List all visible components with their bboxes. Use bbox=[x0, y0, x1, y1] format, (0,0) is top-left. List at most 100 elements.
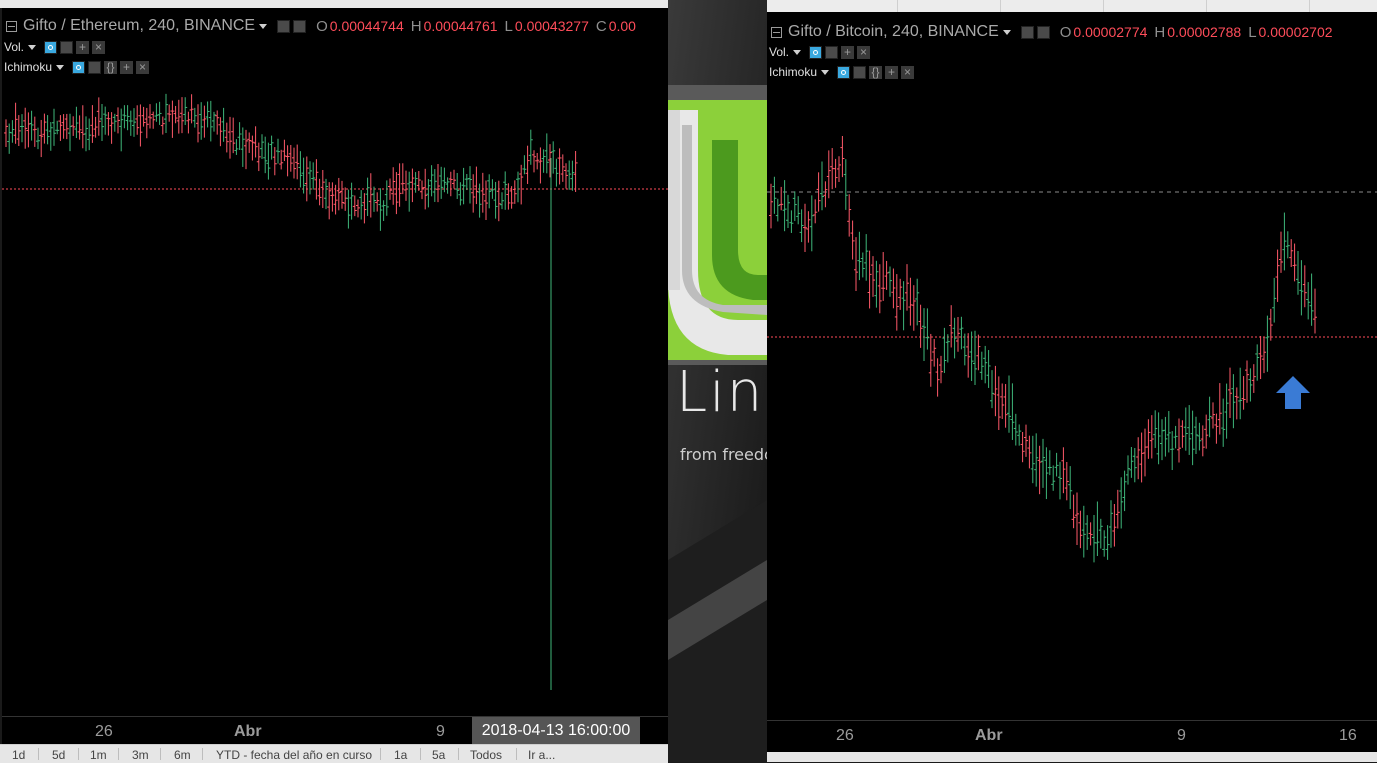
ohlc-high-key: H bbox=[410, 17, 422, 35]
ohlc-bar bbox=[573, 150, 578, 192]
ohlc-bar bbox=[426, 179, 431, 208]
gear-icon[interactable] bbox=[853, 65, 867, 79]
braces-icon[interactable]: {} bbox=[104, 60, 118, 74]
study-label-volume[interactable]: Vol. bbox=[769, 45, 789, 59]
range-5d[interactable]: 5d bbox=[52, 748, 65, 762]
ohlc-bar bbox=[4, 119, 8, 148]
close-icon[interactable]: × bbox=[901, 65, 915, 79]
plus-icon[interactable]: + bbox=[120, 60, 134, 74]
ohlc-bar bbox=[557, 148, 562, 185]
dropdown-caret-icon[interactable] bbox=[793, 49, 802, 55]
x-label: Abr bbox=[234, 723, 262, 740]
study-label-volume[interactable]: Vol. bbox=[4, 40, 24, 54]
right-chart-panel[interactable]: Gifto / Bitcoin, 240, BINANCE O 0.0000277… bbox=[767, 12, 1377, 720]
eye-icon[interactable] bbox=[837, 65, 851, 79]
study-label-ichimoku[interactable]: Ichimoku bbox=[769, 65, 817, 79]
dropdown-caret-icon[interactable] bbox=[56, 64, 65, 70]
ohlc-bar bbox=[809, 195, 814, 252]
ohlc-bar bbox=[1251, 364, 1256, 393]
range-1m[interactable]: 1m bbox=[90, 748, 107, 762]
ohlc-bar bbox=[410, 168, 415, 203]
dropdown-caret-icon[interactable] bbox=[28, 44, 37, 50]
ohlc-bar bbox=[58, 115, 63, 141]
range-goto[interactable]: Ir a... bbox=[528, 748, 555, 762]
ohlc-bar bbox=[799, 209, 804, 243]
eye-icon[interactable] bbox=[44, 40, 58, 54]
gear-icon[interactable] bbox=[88, 60, 102, 74]
ohlc-bar bbox=[796, 196, 801, 225]
close-icon[interactable]: × bbox=[136, 60, 150, 74]
right-symbol-title[interactable]: Gifto / Bitcoin, 240, BINANCE bbox=[788, 23, 999, 41]
left-study-ichimoku: Ichimoku {} + × bbox=[4, 59, 152, 75]
ohlc-bar bbox=[1255, 344, 1260, 381]
ohlc-bar bbox=[282, 139, 287, 162]
range-1a[interactable]: 1a bbox=[394, 748, 407, 762]
plus-icon[interactable]: + bbox=[841, 45, 855, 59]
ohlc-bar bbox=[1163, 416, 1168, 457]
plus-icon[interactable]: + bbox=[76, 40, 90, 54]
ohlc-bar bbox=[1265, 315, 1270, 372]
gear-icon[interactable] bbox=[825, 45, 839, 59]
ohlc-bar bbox=[884, 260, 889, 290]
ohlc-bar bbox=[493, 181, 498, 219]
gear-icon[interactable] bbox=[60, 40, 74, 54]
left-chart-panel[interactable]: Gifto / Ethereum, 240, BINANCE O 0.000447… bbox=[2, 8, 668, 716]
ohlc-bar bbox=[803, 203, 807, 253]
braces-icon[interactable]: {} bbox=[869, 65, 883, 79]
ohlc-bar bbox=[234, 139, 239, 155]
dropdown-caret-icon[interactable] bbox=[259, 23, 268, 29]
range-all[interactable]: Todos bbox=[470, 748, 502, 762]
close-icon[interactable]: × bbox=[92, 40, 106, 54]
dropdown-caret-icon[interactable] bbox=[1002, 29, 1011, 35]
ohlc-bar bbox=[1231, 374, 1236, 429]
range-1d[interactable]: 1d bbox=[12, 748, 25, 762]
ohlc-bar bbox=[506, 183, 511, 210]
close-icon[interactable]: × bbox=[857, 45, 871, 59]
ohlc-bar bbox=[45, 115, 50, 145]
ohlc-bar bbox=[1268, 308, 1273, 341]
ohlc-bar bbox=[1187, 405, 1192, 455]
ohlc-bar bbox=[1044, 447, 1049, 500]
eye-icon[interactable] bbox=[1020, 25, 1034, 39]
range-5a[interactable]: 5a bbox=[432, 748, 445, 762]
ohlc-bar bbox=[1214, 413, 1219, 444]
ohlc-close-key: C bbox=[595, 17, 607, 35]
ohlc-bar bbox=[908, 277, 913, 326]
range-ytd[interactable]: YTD - fecha del año en curso bbox=[216, 748, 372, 762]
ohlc-bar bbox=[260, 134, 264, 160]
range-6m[interactable]: 6m bbox=[174, 748, 191, 762]
ohlc-bar bbox=[915, 278, 920, 326]
ohlc-bar bbox=[29, 110, 34, 141]
ohlc-bar bbox=[857, 231, 862, 281]
ohlc-bar bbox=[1156, 412, 1161, 465]
right-price-chart[interactable] bbox=[767, 12, 1377, 720]
ohlc-bar bbox=[340, 180, 344, 209]
ohlc-bar bbox=[116, 107, 120, 134]
ohlc-bar bbox=[1292, 243, 1297, 282]
ohlc-bar bbox=[1248, 368, 1253, 402]
ohlc-bar bbox=[420, 180, 424, 200]
collapse-icon[interactable] bbox=[6, 20, 17, 32]
ohlc-bar bbox=[404, 170, 408, 201]
cursor-time-label: 2018-04-13 16:00:00 bbox=[472, 717, 640, 745]
ohlc-bar bbox=[1224, 383, 1229, 439]
left-price-chart[interactable] bbox=[2, 8, 668, 716]
left-symbol-title[interactable]: Gifto / Ethereum, 240, BINANCE bbox=[23, 17, 255, 35]
ohlc-bar bbox=[1075, 492, 1079, 545]
ohlc-bar bbox=[1054, 452, 1059, 477]
ohlc-bar bbox=[939, 355, 943, 384]
eye-icon[interactable] bbox=[809, 45, 823, 59]
ohlc-bar bbox=[84, 116, 88, 152]
dropdown-caret-icon[interactable] bbox=[821, 69, 830, 75]
gear-icon[interactable] bbox=[1036, 25, 1050, 39]
range-3m[interactable]: 3m bbox=[132, 748, 149, 762]
study-label-ichimoku[interactable]: Ichimoku bbox=[4, 60, 52, 74]
left-study-volume: Vol. + × bbox=[4, 39, 108, 55]
gear-icon[interactable] bbox=[293, 19, 307, 33]
plus-icon[interactable]: + bbox=[885, 65, 899, 79]
collapse-icon[interactable] bbox=[771, 26, 782, 38]
ohlc-low-value: 0.00002702 bbox=[1258, 24, 1333, 40]
eye-icon[interactable] bbox=[72, 60, 86, 74]
eye-icon[interactable] bbox=[277, 19, 291, 33]
ohlc-bar bbox=[979, 351, 984, 380]
